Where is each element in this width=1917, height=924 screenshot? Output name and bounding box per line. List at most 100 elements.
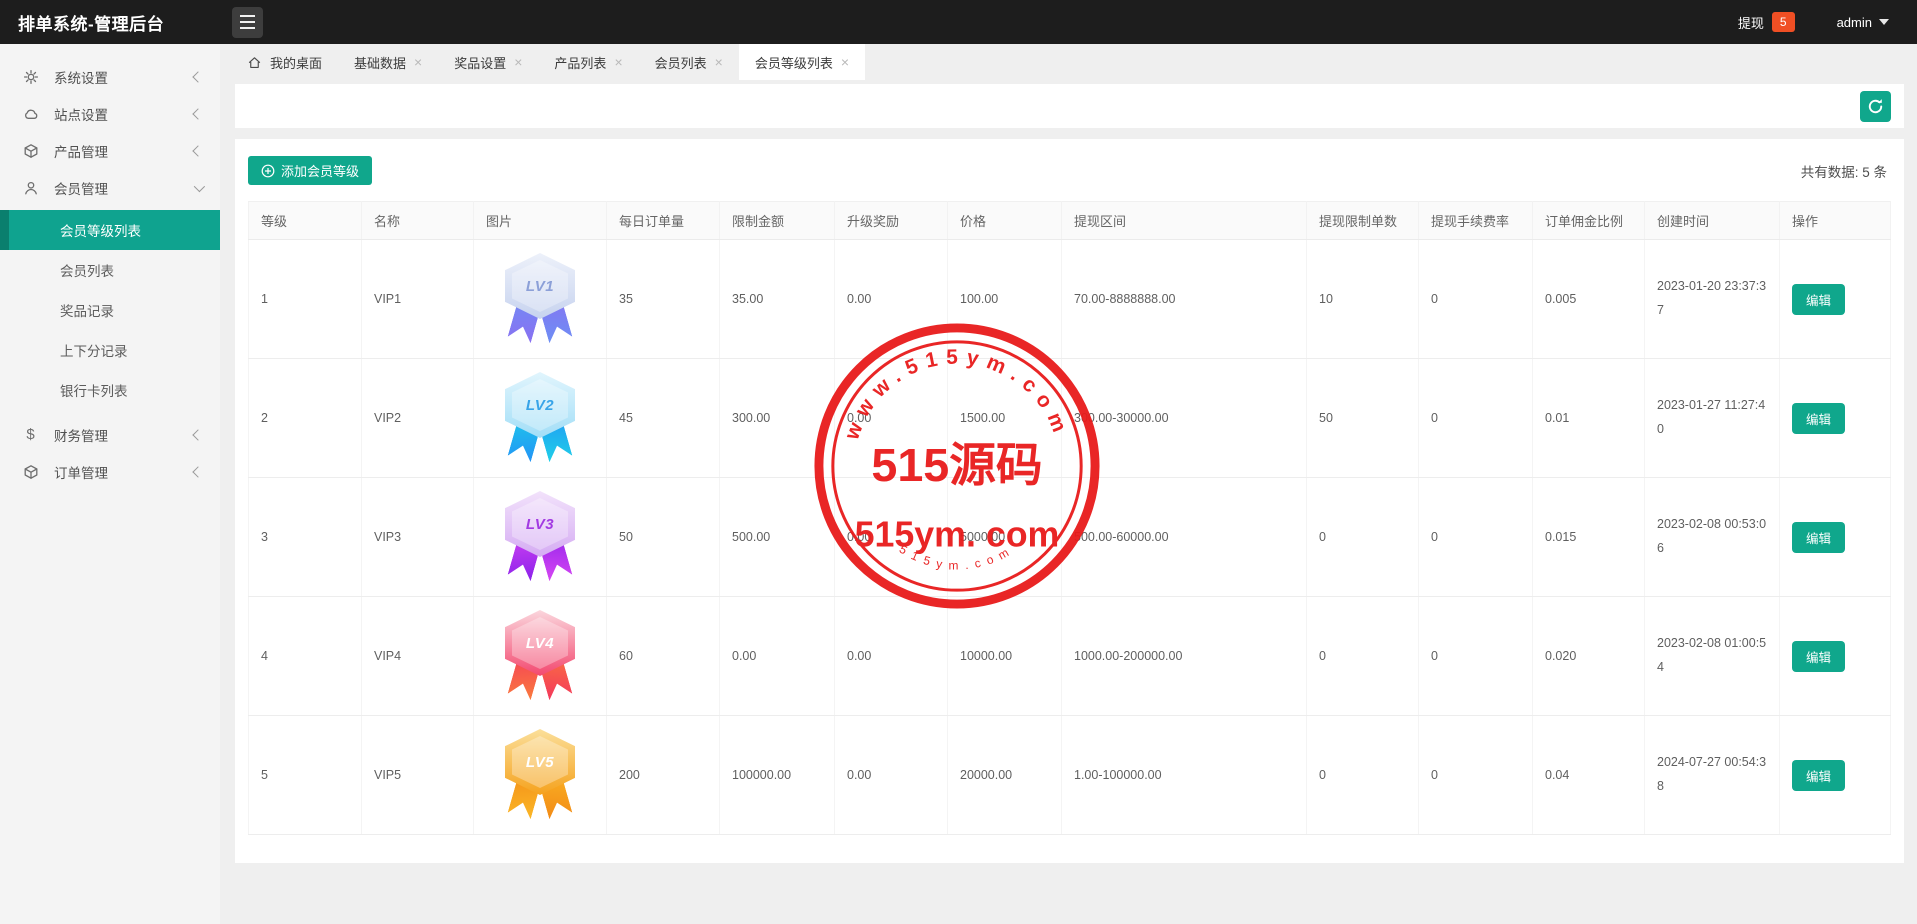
chevron-left-icon: [192, 429, 203, 440]
refresh-button[interactable]: [1860, 91, 1891, 122]
cell-level: 2: [249, 359, 362, 478]
withdraw-menu[interactable]: 提现 5: [1738, 12, 1795, 32]
cell-created_at: 2024-07-27 00:54:38: [1645, 716, 1780, 835]
sidebar-submenu: 会员等级列表会员列表奖品记录上下分记录银行卡列表: [0, 206, 220, 416]
column-header-2: 图片: [474, 202, 607, 240]
column-header-7: 提现区间: [1062, 202, 1307, 240]
app-title: 排单系统-管理后台: [0, 10, 220, 35]
cell-daily_orders: 200: [607, 716, 720, 835]
sidebar-subitem-2[interactable]: 奖品记录: [0, 290, 220, 330]
chevron-down-icon: [194, 180, 205, 191]
tab-3[interactable]: 产品列表 ×: [538, 44, 638, 80]
hamburger-menu-icon[interactable]: [232, 7, 263, 38]
sidebar-item-1[interactable]: 站点设置: [0, 95, 220, 132]
chevron-left-icon: [192, 71, 203, 82]
member-level-table: 等级名称图片每日订单量限制金额升级奖励价格提现区间提现限制单数提现手续费率订单佣…: [248, 201, 1891, 835]
tab-2[interactable]: 奖品设置×: [438, 44, 538, 80]
column-header-0: 等级: [249, 202, 362, 240]
cell-level: 5: [249, 716, 362, 835]
cell-commission: 0.005: [1533, 240, 1645, 359]
sidebar-item-2[interactable]: 产品管理: [0, 132, 220, 169]
withdraw-count-badge: 5: [1772, 12, 1795, 32]
table-row-1: 2VIP2 LV2 45300.000.001500.00300.00-3000…: [249, 359, 1891, 478]
column-header-4: 限制金额: [720, 202, 835, 240]
cell-withdraw_fee: 0: [1419, 359, 1533, 478]
cell-limit_amount: 35.00: [720, 240, 835, 359]
cell-price: 1500.00: [948, 359, 1062, 478]
cell-name: VIP4: [362, 597, 474, 716]
sidebar-item-0[interactable]: 系统设置: [0, 58, 220, 95]
close-icon[interactable]: ×: [715, 55, 723, 69]
cell-level: 1: [249, 240, 362, 359]
close-icon[interactable]: ×: [841, 55, 849, 69]
level-badge-icon: LV1: [502, 253, 578, 345]
tab-1[interactable]: 基础数据 ×: [338, 44, 438, 80]
edit-button[interactable]: 编辑: [1792, 403, 1845, 434]
add-member-level-button[interactable]: 添加会员等级: [248, 156, 372, 185]
add-button-label: 添加会员等级: [281, 161, 359, 180]
cell-upgrade_reward: 0.00: [835, 716, 948, 835]
cell-commission: 0.020: [1533, 597, 1645, 716]
column-header-8: 提现限制单数: [1307, 202, 1419, 240]
sidebar-item-3[interactable]: 会员管理: [0, 169, 220, 206]
close-icon[interactable]: ×: [514, 55, 522, 69]
sidebar-item-4[interactable]: $财务管理: [0, 416, 220, 453]
cell-withdraw_fee: 0: [1419, 478, 1533, 597]
cell-badge: LV4: [474, 597, 607, 716]
close-icon[interactable]: ×: [614, 55, 622, 69]
sidebar-subitem-3[interactable]: 上下分记录: [0, 330, 220, 370]
cell-withdraw_range: 1.00-100000.00: [1062, 716, 1307, 835]
cell-upgrade_reward: 0.00: [835, 597, 948, 716]
cell-limit_amount: 100000.00: [720, 716, 835, 835]
cell-name: VIP2: [362, 359, 474, 478]
tab-5[interactable]: 会员等级列表×: [739, 44, 865, 80]
member-level-panel: 添加会员等级 共有数据: 5 条 等级名称图片每日订单量限制金额升级奖励价格提现…: [235, 139, 1904, 863]
cell-actions: 编辑: [1780, 240, 1891, 359]
cell-price: 20000.00: [948, 716, 1062, 835]
tab-label: 产品列表: [554, 53, 606, 72]
total-count-text: 共有数据: 5 条: [1801, 161, 1891, 181]
cell-daily_orders: 60: [607, 597, 720, 716]
cell-daily_orders: 45: [607, 359, 720, 478]
content-area: 添加会员等级 共有数据: 5 条 等级名称图片每日订单量限制金额升级奖励价格提现…: [220, 80, 1917, 924]
close-icon[interactable]: ×: [414, 55, 422, 69]
cell-withdraw_range: 70.00-8888888.00: [1062, 240, 1307, 359]
user-menu[interactable]: admin: [1837, 15, 1889, 30]
sidebar-subitem-1[interactable]: 会员列表: [0, 250, 220, 290]
cloud-icon: [22, 105, 39, 122]
column-header-6: 价格: [948, 202, 1062, 240]
cell-created_at: 2023-02-08 01:00:54: [1645, 597, 1780, 716]
level-badge-icon: LV2: [502, 372, 578, 464]
main-area: 我的桌面基础数据×奖品设置×产品列表×会员列表×会员等级列表× 添加会员等级: [220, 44, 1917, 924]
sidebar-subitem-0[interactable]: 会员等级列表: [0, 210, 220, 250]
cell-actions: 编辑: [1780, 597, 1891, 716]
column-header-1: 名称: [362, 202, 474, 240]
cell-created_at: 2023-01-27 11:27:40: [1645, 359, 1780, 478]
edit-button[interactable]: 编辑: [1792, 284, 1845, 315]
username: admin: [1837, 15, 1872, 30]
cell-withdraw_range: 500.00-60000.00: [1062, 478, 1307, 597]
cell-badge: LV2: [474, 359, 607, 478]
edit-button[interactable]: 编辑: [1792, 760, 1845, 791]
table-row-0: 1VIP1 LV1 3535.000.00100.0070.00-8888888…: [249, 240, 1891, 359]
cell-withdraw_range: 1000.00-200000.00: [1062, 597, 1307, 716]
tab-label: 基础数据: [354, 53, 406, 72]
sidebar-menu: 系统设置站点设置产品管理会员管理会员等级列表会员列表奖品记录上下分记录银行卡列表…: [0, 58, 220, 490]
chevron-left-icon: [192, 108, 203, 119]
cell-withdraw_limit: 0: [1307, 597, 1419, 716]
table-row-4: 5VIP5 LV5 200100000.000.0020000.001.00-1…: [249, 716, 1891, 835]
cell-badge: LV3: [474, 478, 607, 597]
sidebar-subitem-4[interactable]: 银行卡列表: [0, 370, 220, 410]
home-icon: [247, 55, 262, 70]
cell-withdraw_fee: 0: [1419, 716, 1533, 835]
cell-name: VIP5: [362, 716, 474, 835]
tab-0[interactable]: 我的桌面: [231, 44, 338, 80]
cell-upgrade_reward: 0.00: [835, 240, 948, 359]
level-badge-icon: LV3: [502, 491, 578, 583]
edit-button[interactable]: 编辑: [1792, 522, 1845, 553]
tab-4[interactable]: 会员列表×: [639, 44, 739, 80]
sidebar-item-5[interactable]: 订单管理: [0, 453, 220, 490]
cell-limit_amount: 500.00: [720, 478, 835, 597]
dollar-icon: $: [22, 426, 39, 443]
edit-button[interactable]: 编辑: [1792, 641, 1845, 672]
